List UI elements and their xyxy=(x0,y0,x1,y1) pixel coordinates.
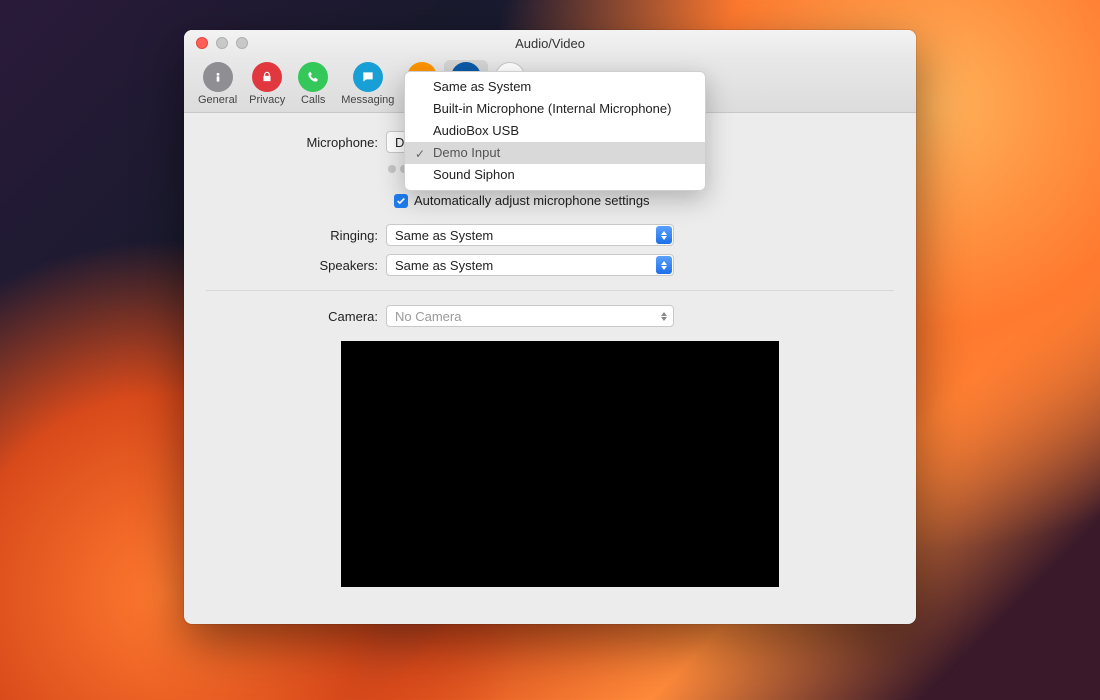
option-label: Built-in Microphone (Internal Microphone… xyxy=(433,101,671,116)
info-icon xyxy=(203,62,233,92)
tab-label: Calls xyxy=(301,94,325,106)
speakers-label: Speakers: xyxy=(206,258,386,273)
auto-adjust-checkbox[interactable] xyxy=(394,194,408,208)
dropdown-option[interactable]: AudioBox USB xyxy=(405,120,705,142)
check-icon xyxy=(396,196,406,206)
close-icon[interactable] xyxy=(196,37,208,49)
camera-value: No Camera xyxy=(395,309,461,324)
tab-messaging[interactable]: Messaging xyxy=(335,60,400,110)
tab-privacy[interactable]: Privacy xyxy=(243,60,291,110)
chevron-updown-icon xyxy=(656,226,672,244)
speakers-select[interactable]: Same as System xyxy=(386,254,674,276)
camera-select[interactable]: No Camera xyxy=(386,305,674,327)
chevron-updown-icon xyxy=(656,307,672,325)
ringing-label: Ringing: xyxy=(206,228,386,243)
window-controls xyxy=(184,37,248,49)
divider xyxy=(206,290,894,291)
check-icon: ✓ xyxy=(415,145,425,163)
camera-preview xyxy=(341,341,779,587)
microphone-label: Microphone: xyxy=(206,135,386,150)
dropdown-option[interactable]: Sound Siphon xyxy=(405,164,705,186)
option-label: Sound Siphon xyxy=(433,167,515,182)
window-title: Audio/Video xyxy=(184,36,916,51)
phone-icon xyxy=(298,62,328,92)
tab-label: Messaging xyxy=(341,94,394,106)
minimize-icon[interactable] xyxy=(216,37,228,49)
chevron-updown-icon xyxy=(656,256,672,274)
titlebar: Audio/Video xyxy=(184,30,916,56)
lock-icon xyxy=(252,62,282,92)
option-label: Demo Input xyxy=(433,145,500,160)
zoom-icon[interactable] xyxy=(236,37,248,49)
camera-label: Camera: xyxy=(206,309,386,324)
dropdown-option[interactable]: Same as System xyxy=(405,76,705,98)
ringing-value: Same as System xyxy=(395,228,493,243)
ringing-select[interactable]: Same as System xyxy=(386,224,674,246)
tab-calls[interactable]: Calls xyxy=(291,60,335,110)
speakers-value: Same as System xyxy=(395,258,493,273)
dropdown-option-selected[interactable]: ✓ Demo Input xyxy=(405,142,705,164)
option-label: Same as System xyxy=(433,79,531,94)
microphone-dropdown[interactable]: Same as System Built-in Microphone (Inte… xyxy=(404,71,706,191)
auto-adjust-label: Automatically adjust microphone settings xyxy=(414,193,650,208)
tab-label: Privacy xyxy=(249,94,285,106)
tab-general[interactable]: General xyxy=(192,60,243,110)
chat-icon xyxy=(353,62,383,92)
option-label: AudioBox USB xyxy=(433,123,519,138)
dropdown-option[interactable]: Built-in Microphone (Internal Microphone… xyxy=(405,98,705,120)
tab-label: General xyxy=(198,94,237,106)
